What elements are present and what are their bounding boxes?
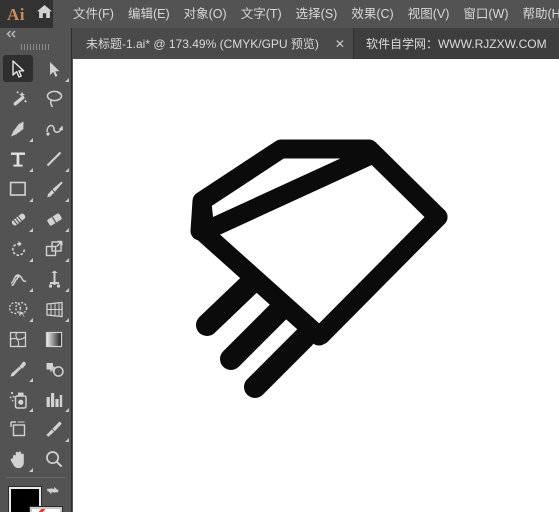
menu-item-select[interactable]: 选择(S) [289, 0, 345, 28]
tools-divider [6, 477, 65, 478]
artboard-canvas[interactable] [73, 59, 559, 512]
tool-eraser[interactable] [36, 204, 72, 234]
illustrator-window: Ai 文件(F) 编辑(E) 对象(O) 文字(T) 选择(S) 效果(C) 视… [0, 0, 559, 512]
tool-zoom[interactable] [36, 444, 72, 474]
collapse-panel-icon[interactable] [6, 30, 17, 40]
tool-curvature[interactable] [36, 114, 72, 144]
flyout-corner-icon [65, 408, 69, 412]
tool-direct-selection[interactable] [36, 54, 72, 84]
tool-shape-builder[interactable] [0, 294, 36, 324]
menu-item-effect[interactable]: 效果(C) [344, 0, 400, 28]
tool-width[interactable] [0, 264, 36, 294]
tool-symbol-sprayer[interactable] [0, 384, 36, 414]
ai-logo: Ai [7, 4, 25, 24]
tool-perspective-grid[interactable] [36, 294, 72, 324]
flyout-corner-icon [29, 168, 33, 172]
tool-type[interactable] [0, 144, 36, 174]
flyout-corner-icon [65, 78, 69, 82]
tool-pen[interactable] [0, 114, 36, 144]
menu-item-edit[interactable]: 编辑(E) [121, 0, 177, 28]
flyout-corner-icon [29, 318, 33, 322]
tool-scale[interactable] [36, 234, 72, 264]
menu-item-object[interactable]: 对象(O) [177, 0, 234, 28]
flyout-corner-icon [65, 228, 69, 232]
tool-slice[interactable] [36, 414, 72, 444]
flyout-corner-icon [65, 198, 69, 202]
app-logo-area: Ai [0, 0, 53, 28]
tool-magic-wand[interactable] [0, 84, 36, 114]
swap-fill-stroke-icon[interactable] [47, 484, 60, 502]
stroke-swatch[interactable] [30, 507, 62, 512]
tool-line-segment[interactable] [36, 144, 72, 174]
tools-panel-grip[interactable] [0, 41, 71, 52]
menu-item-help[interactable]: 帮助(H) [516, 0, 559, 28]
tool-grid [0, 54, 71, 474]
home-icon[interactable] [36, 4, 53, 24]
tool-artboard[interactable] [0, 414, 36, 444]
tool-rectangle[interactable] [0, 174, 36, 204]
tool-blend[interactable] [36, 354, 72, 384]
grip-dots [20, 43, 51, 50]
tool-gradient[interactable] [36, 324, 72, 354]
flyout-corner-icon [65, 288, 69, 292]
handshake-glyph[interactable] [73, 59, 559, 512]
menu-items: 文件(F) 编辑(E) 对象(O) 文字(T) 选择(S) 效果(C) 视图(V… [66, 0, 559, 28]
flyout-corner-icon [29, 408, 33, 412]
fill-stroke-controls [0, 481, 72, 512]
flyout-corner-icon [65, 258, 69, 262]
tool-free-transform[interactable] [36, 264, 72, 294]
menu-item-window[interactable]: 窗口(W) [456, 0, 515, 28]
flyout-corner-icon [29, 228, 33, 232]
flyout-corner-icon [29, 258, 33, 262]
tool-shaper[interactable] [0, 204, 36, 234]
tool-paintbrush[interactable] [36, 174, 72, 204]
menu-item-view[interactable]: 视图(V) [401, 0, 457, 28]
menu-item-file[interactable]: 文件(F) [66, 0, 121, 28]
flyout-corner-icon [65, 318, 69, 322]
flyout-corner-icon [29, 288, 33, 292]
flyout-corner-icon [29, 138, 33, 142]
close-icon[interactable]: ✕ [335, 38, 345, 50]
watermark-text: 软件自学网：WWW.RJZXW.COM [365, 37, 547, 51]
tools-panel-header [0, 28, 71, 41]
tool-column-graph[interactable] [36, 384, 72, 414]
flyout-corner-icon [29, 378, 33, 382]
tool-lasso[interactable] [36, 84, 72, 114]
tool-mesh[interactable] [0, 324, 36, 354]
document-tab-bar: 未标题-1.ai* @ 173.49% (CMYK/GPU 预览) ✕ 软件自学… [72, 28, 559, 59]
flyout-corner-icon [29, 198, 33, 202]
tool-selection[interactable] [0, 54, 36, 84]
tool-hand[interactable] [0, 444, 36, 474]
flyout-corner-icon [29, 468, 33, 472]
document-tab[interactable]: 未标题-1.ai* @ 173.49% (CMYK/GPU 预览) ✕ [72, 28, 354, 59]
menu-item-type[interactable]: 文字(T) [234, 0, 289, 28]
document-tab-label: 未标题-1.ai* @ 173.49% (CMYK/GPU 预览) [86, 37, 319, 51]
flyout-corner-icon [65, 168, 69, 172]
flyout-corner-icon [65, 438, 69, 442]
menu-bar: Ai 文件(F) 编辑(E) 对象(O) 文字(T) 选择(S) 效果(C) 视… [0, 0, 559, 28]
tool-rotate[interactable] [0, 234, 36, 264]
tool-eyedropper[interactable] [0, 354, 36, 384]
tools-panel [0, 28, 72, 512]
